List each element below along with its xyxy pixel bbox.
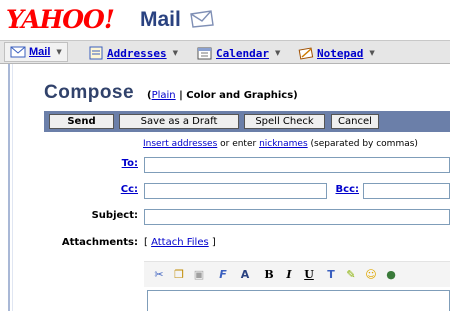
bcc-address-link[interactable]: Bcc: — [336, 184, 359, 195]
subject-field[interactable] — [144, 209, 450, 225]
tab-calendar-label: Calendar — [216, 46, 269, 60]
insert-addresses-link[interactable]: Insert addresses — [143, 139, 217, 149]
message-body-editor[interactable] — [147, 290, 450, 311]
notepad-icon — [298, 47, 314, 60]
compose-mode-selector: (Plain | Color and Graphics) — [147, 90, 298, 101]
nicknames-link[interactable]: nicknames — [259, 139, 308, 149]
font-size-icon[interactable]: A — [238, 268, 252, 282]
attach-files-link[interactable]: Attach Files — [151, 237, 209, 248]
formatting-toolbar: ✂ ❐ ▣ F A B I U T ✎ ☺ ● — [144, 261, 450, 287]
cc-label: Cc: — [100, 184, 138, 195]
envelope-icon — [190, 10, 214, 28]
helper-tail-text: (separated by commas) — [307, 139, 418, 149]
content-frame-border — [8, 64, 10, 311]
subject-label: Subject: — [91, 210, 138, 221]
header: YAHOO! Mail — [0, 0, 450, 38]
cc-field[interactable] — [144, 183, 327, 199]
tab-notepad[interactable]: Notepad ▼ — [298, 44, 375, 62]
font-face-icon[interactable]: F — [216, 268, 230, 282]
tab-addresses-label: Addresses — [107, 46, 167, 60]
image-icon[interactable]: ● — [384, 268, 398, 282]
mail-envelope-icon — [10, 46, 26, 58]
chevron-down-icon[interactable]: ▼ — [275, 49, 280, 57]
cc-address-link[interactable]: Cc: — [121, 184, 138, 195]
send-button[interactable]: Send — [49, 114, 114, 129]
text-color-icon[interactable]: T — [324, 268, 338, 282]
paste-icon[interactable]: ▣ — [192, 268, 206, 282]
calendar-icon — [197, 47, 212, 60]
underline-icon[interactable]: U — [302, 268, 316, 282]
mode-separator: | — [175, 90, 187, 101]
chevron-down-icon[interactable]: ▼ — [173, 49, 178, 57]
bcc-field[interactable] — [363, 183, 450, 199]
highlight-icon[interactable]: ✎ — [344, 268, 358, 282]
page-title: Compose — [44, 82, 135, 103]
tab-notepad-label: Notepad — [317, 46, 364, 60]
bcc-label: Bcc: — [325, 184, 359, 195]
tab-mail-label: Mail — [29, 46, 51, 58]
rich-text-mode-label: Color and Graphics — [186, 90, 294, 101]
copy-icon[interactable]: ❐ — [172, 268, 186, 282]
attach-close-bracket: ] — [208, 237, 216, 248]
tab-mail[interactable]: Mail ▼ — [4, 42, 68, 62]
italic-icon[interactable]: I — [282, 268, 296, 282]
tab-addresses[interactable]: Addresses ▼ — [88, 44, 178, 62]
chevron-down-icon[interactable]: ▼ — [56, 48, 61, 56]
mail-product-name: Mail — [140, 8, 181, 31]
emoticon-icon[interactable]: ☺ — [364, 268, 378, 282]
tab-calendar[interactable]: Calendar ▼ — [197, 44, 280, 62]
spell-check-button[interactable]: Spell Check — [244, 114, 325, 129]
cancel-button[interactable]: Cancel — [331, 114, 379, 129]
attachments-label: Attachments: — [61, 237, 138, 248]
address-book-icon — [89, 46, 103, 60]
attach-files-control: [ Attach Files ] — [144, 237, 216, 248]
to-field[interactable] — [144, 157, 450, 173]
compose-action-bar: Send Save as a Draft Spell Check Cancel — [44, 111, 450, 132]
helper-middle-text: or enter — [217, 139, 260, 149]
bold-icon[interactable]: B — [262, 268, 276, 282]
plain-text-link[interactable]: Plain — [152, 90, 176, 101]
chevron-down-icon[interactable]: ▼ — [369, 49, 374, 57]
cut-icon[interactable]: ✂ — [152, 268, 166, 282]
to-address-link[interactable]: To: — [122, 158, 138, 169]
content-frame-border-inner — [12, 64, 13, 311]
to-label: To: — [100, 158, 138, 169]
main-tab-bar: Mail ▼ Addresses ▼ Calendar ▼ Notepad ▼ — [0, 40, 450, 64]
save-draft-button[interactable]: Save as a Draft — [119, 114, 239, 129]
address-helper-text: Insert addresses or enter nicknames (sep… — [143, 139, 418, 149]
mode-close-paren: ) — [293, 90, 298, 101]
yahoo-logo[interactable]: YAHOO! — [6, 5, 115, 34]
